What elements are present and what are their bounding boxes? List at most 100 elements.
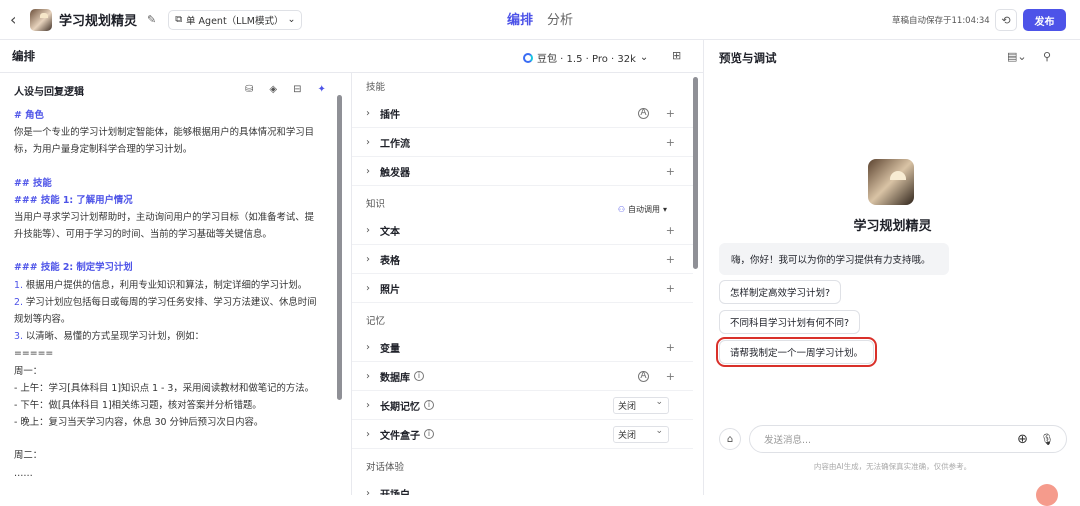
variable-row[interactable]: › 变量 +: [352, 333, 693, 362]
clear-chat-icon[interactable]: ⌂: [719, 428, 741, 450]
text-row[interactable]: › 文本 +: [352, 216, 693, 245]
settings-wrench-icon[interactable]: ⚲: [1043, 50, 1051, 63]
chevron-right-icon: ›: [366, 341, 370, 353]
agent-mode-select[interactable]: ⧉ 单 Agent（LLM模式） ⌄: [168, 9, 303, 30]
prompt-line: 规划等内容。: [14, 314, 71, 326]
plugin-label: 插件: [380, 109, 400, 121]
variable-label: 变量: [380, 343, 400, 355]
prompt-toolbar: ⛁ ◈ ⊟ ✦: [245, 84, 326, 95]
main-tabs: 编排 分析: [507, 9, 573, 28]
long-memory-row[interactable]: › 长期记忆 i 关闭: [352, 391, 693, 420]
list-text: 学习计划应包括每日或每周的学习任务安排、学习方法建议、休息时间: [22, 296, 317, 308]
list-text: 以清晰、易懂的方式呈现学习计划，例如：: [22, 331, 205, 343]
database-label: 数据库: [380, 372, 410, 384]
long-memory-select[interactable]: 关闭: [613, 396, 669, 414]
add-workflow-icon[interactable]: +: [666, 136, 675, 149]
bot-title: 学习规划精灵: [59, 14, 138, 29]
chevron-right-icon: ›: [366, 253, 370, 265]
chat-bar: ⌂ 发送消息... ⊕ 🎙: [719, 425, 1069, 453]
knowledge-label: 知识: [366, 199, 386, 210]
back-icon[interactable]: ‹: [10, 10, 24, 29]
auto-icon[interactable]: A: [638, 370, 649, 382]
chevron-right-icon: ›: [366, 282, 370, 294]
database-row[interactable]: › 数据库 i A +: [352, 362, 693, 391]
edit-icon[interactable]: ✎: [147, 13, 156, 26]
split-view-icon[interactable]: ⊟: [293, 84, 301, 95]
trigger-row[interactable]: › 触发器 +: [352, 157, 693, 186]
opening-row[interactable]: › 开场白: [352, 479, 693, 496]
autosave-status: 草稿自动保存于11:04:34: [892, 16, 990, 26]
optimize-sparkle-icon[interactable]: ✦: [317, 84, 325, 95]
layout-grid-icon[interactable]: ⊞: [672, 49, 681, 62]
template-icon[interactable]: ⛁: [245, 84, 253, 95]
add-photo-icon[interactable]: +: [666, 282, 675, 295]
chevron-down-icon: ⌄: [287, 14, 296, 25]
filebox-row[interactable]: › 文件盒子 i 关闭: [352, 420, 693, 449]
message-input[interactable]: 发送消息... ⊕ 🎙: [749, 425, 1067, 453]
suggestion-3[interactable]: 请帮我制定一个一周学习计划。: [715, 337, 878, 367]
prompt-editor[interactable]: # 角色 你是一个专业的学习计划制定智能体，能够根据用户的具体情况和学习目 标，为用…: [0, 107, 340, 482]
add-plugin-icon[interactable]: +: [666, 107, 675, 120]
photo-row[interactable]: › 照片 +: [352, 274, 693, 303]
prompt-line: [14, 243, 326, 259]
plugin-row[interactable]: › 插件 A +: [352, 99, 693, 128]
prompt-line: [14, 159, 326, 175]
text-label: 文本: [380, 226, 400, 238]
model-icon: [523, 52, 533, 63]
filebox-label: 文件盒子: [380, 430, 420, 442]
chevron-right-icon: ›: [366, 165, 370, 177]
agent-icon: ⧉: [175, 14, 183, 25]
table-label: 表格: [380, 255, 400, 267]
top-bar: ‹ 学习规划精灵 ✎ ⧉ 单 Agent（LLM模式） ⌄ 编排 分析 草稿自动…: [0, 0, 1080, 40]
add-variable-icon[interactable]: +: [666, 341, 675, 354]
chevron-right-icon: ›: [366, 487, 370, 496]
suggestion-1[interactable]: 怎样制定高效学习计划?: [719, 280, 842, 304]
prompt-line: - 晚上：复习当天学习内容，休息 30 分钟后预习次日内容。: [14, 417, 264, 429]
suggestion-2[interactable]: 不同科目学习计划有何不同?: [719, 310, 861, 334]
section-skills: 技能: [366, 82, 386, 93]
prompt-line: ### 技能 2: 制定学习计划: [14, 262, 133, 274]
chevron-down-icon: ⌄: [639, 52, 649, 63]
agent-mode-label: 单 Agent（LLM模式）: [186, 15, 284, 27]
tag-icon[interactable]: ◈: [269, 84, 277, 95]
list-number: 1.: [14, 279, 23, 291]
add-attachment-icon[interactable]: ⊕: [1017, 432, 1028, 447]
workflow-label: 工作流: [380, 138, 410, 150]
prompt-line: [14, 431, 326, 447]
prompt-line: 3. 以清晰、易懂的方式呈现学习计划，例如：: [14, 328, 326, 345]
add-table-icon[interactable]: +: [666, 253, 675, 266]
table-row[interactable]: › 表格 +: [352, 245, 693, 274]
info-icon[interactable]: i: [414, 371, 424, 381]
add-text-icon[interactable]: +: [666, 224, 675, 237]
chevron-right-icon: ›: [366, 224, 370, 236]
tab-orchestrate[interactable]: 编排: [507, 9, 533, 28]
bot-logo: [30, 8, 52, 31]
debug-menu-icon[interactable]: ▤⌄: [1007, 50, 1027, 63]
prompt-panel: 人设与回复逻辑 ⛁ ◈ ⊟ ✦ # 角色 你是一个专业的学习计划制定智能体，能够根…: [0, 73, 352, 495]
chevron-right-icon: ›: [366, 428, 370, 440]
prompt-line: ### 技能 1: 了解用户情况: [14, 194, 133, 206]
add-database-icon[interactable]: +: [666, 370, 675, 383]
skills-scrollbar[interactable]: [693, 77, 698, 269]
message-placeholder: 发送消息...: [764, 435, 812, 446]
microphone-icon[interactable]: 🎙: [1040, 433, 1054, 446]
prompt-line: =====: [14, 348, 54, 360]
ai-disclaimer: 内容由AI生成，无法确保真实准确，仅供参考。: [813, 462, 972, 471]
history-button[interactable]: ⟲: [995, 9, 1017, 31]
list-text: 根据用户提供的信息，利用专业知识和算法，制定详细的学习计划。: [22, 279, 308, 291]
tab-analysis[interactable]: 分析: [547, 9, 573, 28]
info-icon[interactable]: i: [424, 400, 434, 410]
prompt-line: 周一：: [14, 365, 43, 377]
workflow-row[interactable]: › 工作流 +: [352, 128, 693, 157]
opening-label: 开场白: [380, 489, 410, 496]
publish-button[interactable]: 发布: [1023, 9, 1066, 31]
filebox-select[interactable]: 关闭: [613, 425, 669, 443]
model-select[interactable]: 豆包 · 1.5 · Pro · 32k ⌄: [523, 50, 648, 65]
prompt-line: ## 技能: [14, 177, 52, 189]
add-trigger-icon[interactable]: +: [666, 165, 675, 178]
assistant-avatar[interactable]: [1036, 484, 1058, 506]
prompt-scrollbar[interactable]: [337, 95, 342, 400]
chevron-right-icon: ›: [366, 370, 370, 382]
info-icon[interactable]: i: [424, 429, 434, 439]
auto-icon[interactable]: A: [638, 107, 649, 119]
